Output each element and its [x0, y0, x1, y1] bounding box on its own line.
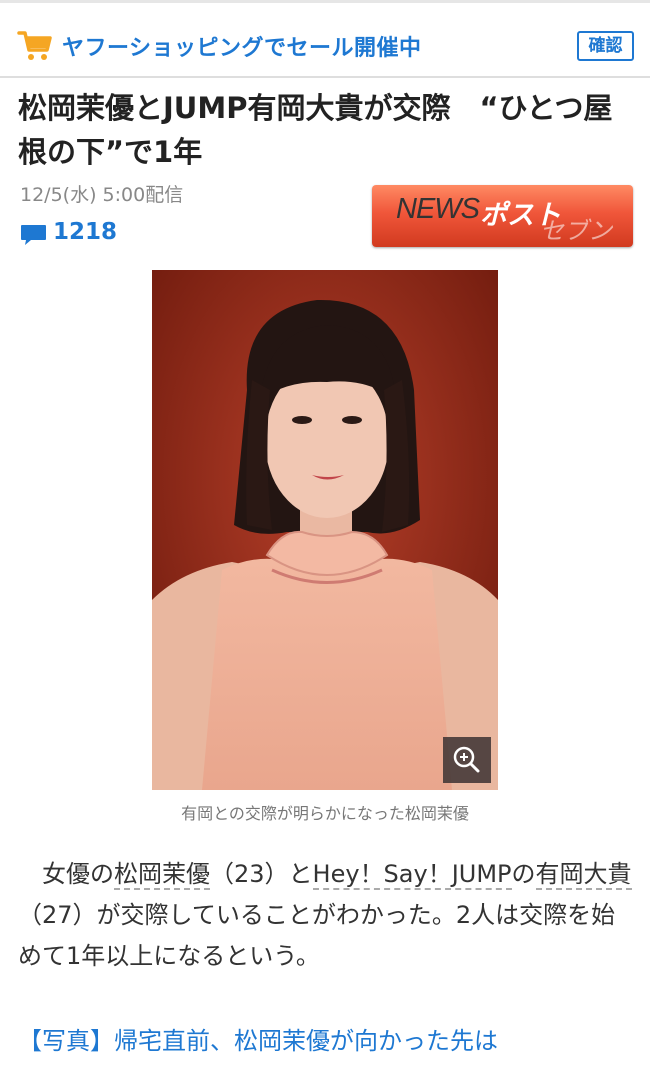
logo-seven-text: セブン — [540, 217, 612, 245]
promo-divider — [0, 76, 650, 78]
publish-date: 12/5(水) 5:00配信 — [20, 184, 184, 206]
photo-caption: 有岡との交際が明らかになった松岡茉優 — [181, 804, 469, 823]
body-text-1: 女優の — [42, 860, 114, 888]
related-photo-link[interactable]: 【写真】帰宅直前、松岡茉優が向かった先は — [18, 1021, 498, 1056]
news-post-seven-logo[interactable]: NEWS ポスト セブン — [372, 185, 633, 247]
keyword-link-matsuoka[interactable]: 松岡茉優 — [114, 860, 210, 890]
article-body: 女優の松岡茉優（23）とHey！Say！JUMPの有岡大貴 （27）が交際している… — [18, 854, 638, 977]
keyword-link-arioka[interactable]: 有岡大貴 — [535, 860, 632, 890]
body-text-3: の — [511, 860, 536, 888]
article-title: 松岡茉優とJUMP有岡大貴が交際 “ひとつ屋根の下”で1年 — [18, 91, 613, 169]
cart-icon — [17, 31, 52, 60]
portrait-illustration — [152, 270, 498, 790]
promo-banner[interactable]: ヤフーショッピングでセール開催中 確認 — [0, 22, 650, 72]
promo-text[interactable]: ヤフーショッピングでセール開催中 — [62, 30, 422, 62]
logo-news-text: NEWS — [396, 193, 480, 225]
confirm-button[interactable]: 確認 — [577, 31, 634, 61]
related-text: 帰宅直前、松岡茉優が向かった先は — [114, 1027, 498, 1055]
zoom-button[interactable] — [443, 737, 491, 783]
body-text-4: （27）が交際していることがわかった。2人は交際を始めて1年以上になるという。 — [18, 901, 616, 970]
article-photo[interactable] — [152, 270, 498, 790]
top-divider — [0, 0, 650, 3]
keyword-link-heysayjump[interactable]: Hey！Say！JUMP — [312, 860, 512, 890]
comment-bubble-icon — [21, 225, 46, 245]
comment-count: 1218 — [53, 219, 118, 245]
zoom-icon — [453, 746, 480, 773]
body-text-2: （23）と — [210, 860, 313, 888]
related-tag: 【写真】 — [18, 1027, 114, 1055]
